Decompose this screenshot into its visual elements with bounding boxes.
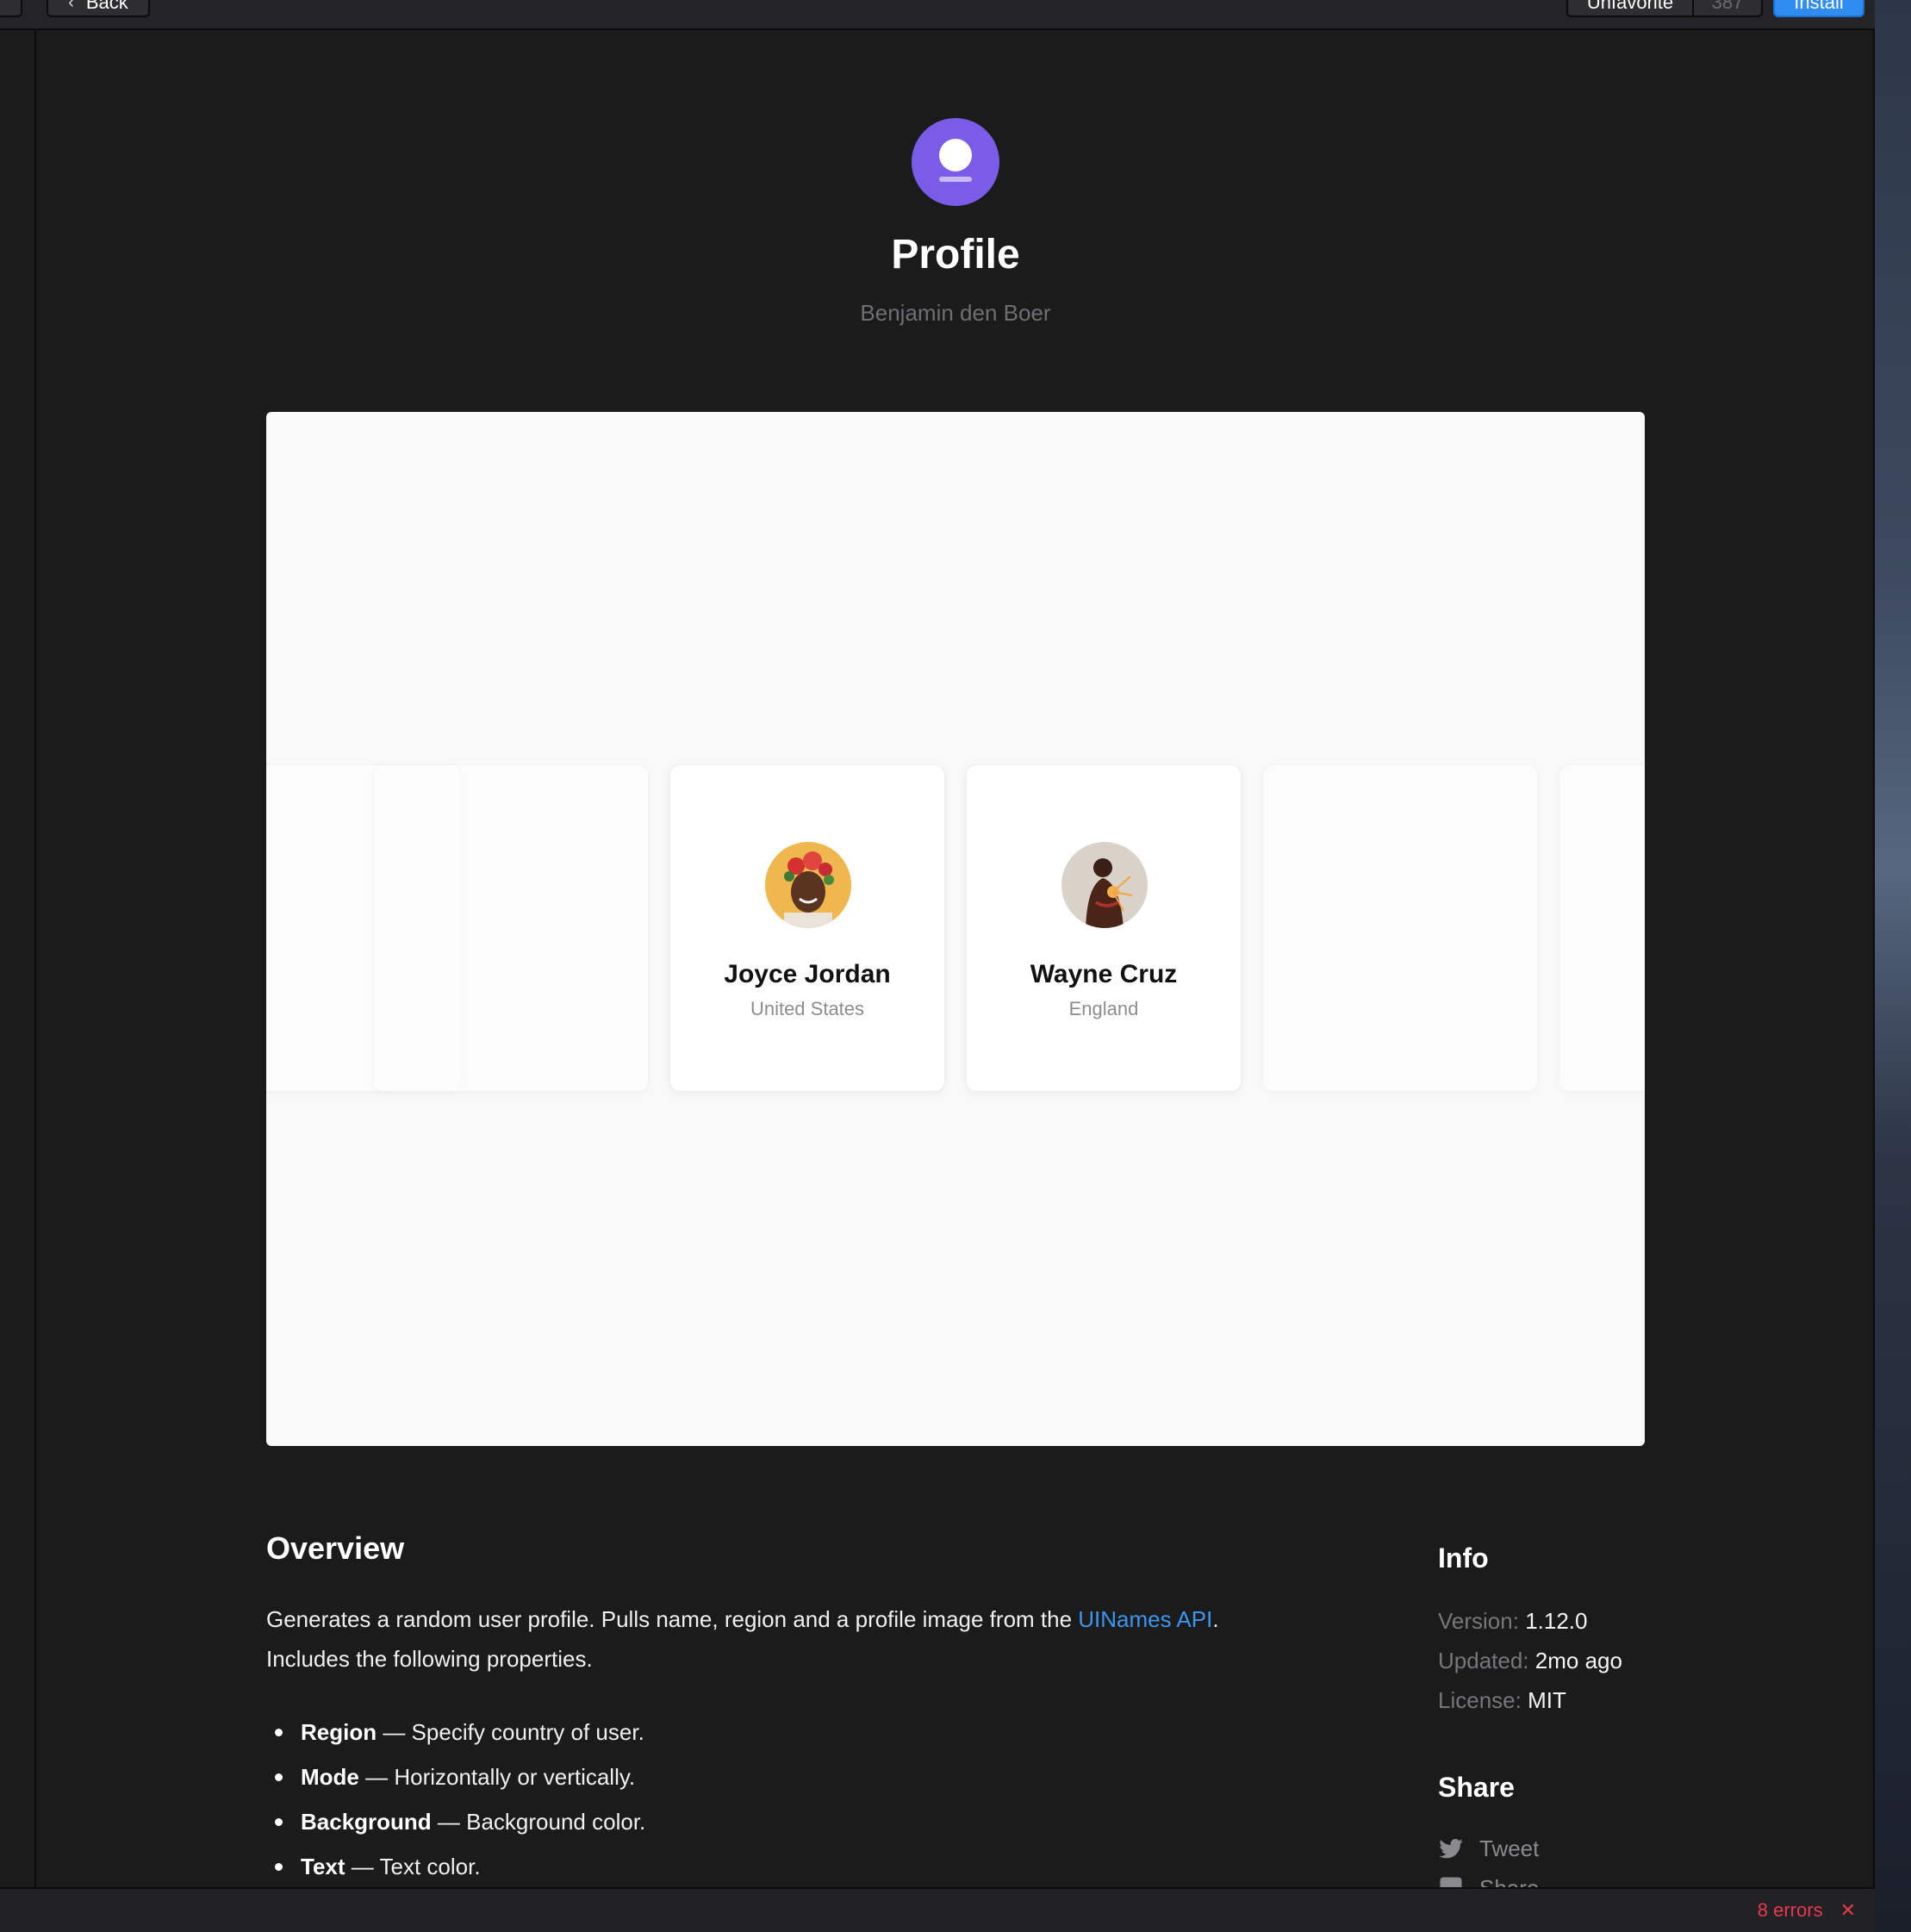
overview-text-line2: Includes the following properties. — [266, 1646, 593, 1672]
twitter-icon — [1439, 1838, 1463, 1858]
profile-card-placeholder — [373, 764, 649, 1092]
profile-region: United States — [750, 998, 865, 1019]
user-icon-bar — [939, 177, 972, 182]
list-item: Text — Text color. — [266, 1844, 1128, 1889]
property-name: Background — [301, 1809, 432, 1835]
errors-indicator[interactable]: 8 errors ✕ — [1758, 1899, 1856, 1922]
profile-card: Wayne Cruz England — [966, 764, 1242, 1092]
back-button[interactable]: ‹ Back — [47, 0, 150, 17]
bullet — [275, 1773, 283, 1781]
install-button[interactable]: Install — [1773, 0, 1864, 17]
desktop-wallpaper — [1875, 0, 1911, 1932]
profile-card: Joyce Jordan United States — [669, 764, 945, 1092]
avatar — [1061, 842, 1148, 928]
license-key: License: — [1438, 1687, 1522, 1713]
tweet-label: Tweet — [1479, 1835, 1540, 1861]
app-window: ‹ Back Unfavorite 387 Install Profile Be… — [0, 0, 1875, 1932]
version-key: Version: — [1438, 1608, 1519, 1634]
property-desc: — Horizontally or vertically. — [358, 1764, 636, 1790]
author-name[interactable]: Benjamin den Boer — [0, 300, 1911, 327]
profile-name: Wayne Cruz — [1030, 960, 1178, 988]
property-name: Mode — [301, 1764, 359, 1790]
property-desc: — Text color. — [345, 1854, 481, 1879]
bullet — [275, 1818, 283, 1826]
toolbar-left-edge-button[interactable] — [0, 0, 22, 17]
share-label: Share — [1479, 1875, 1539, 1887]
bullet — [275, 1729, 283, 1736]
property-desc: — Background color. — [431, 1809, 646, 1835]
updated-key: Updated: — [1438, 1648, 1529, 1673]
info-heading: Info — [1438, 1542, 1489, 1574]
favorite-count: 387 — [1692, 0, 1763, 17]
info-version: Version: 1.12.0 — [1438, 1608, 1587, 1635]
uinames-api-link[interactable]: UINames API — [1078, 1606, 1212, 1632]
property-name: Region — [301, 1719, 377, 1745]
facebook-icon — [1440, 1877, 1462, 1887]
profile-card-placeholder — [1559, 764, 1645, 1092]
overview-heading: Overview — [266, 1530, 405, 1566]
updated-value: 2mo ago — [1534, 1648, 1622, 1673]
info-license: License: MIT — [1438, 1687, 1566, 1714]
preview-canvas: Joyce Jordan United States Wayne Cruz En… — [266, 412, 1645, 1446]
toolbar: ‹ Back Unfavorite 387 Install — [0, 0, 1875, 30]
unfavorite-button[interactable]: Unfavorite — [1566, 0, 1694, 17]
info-updated: Updated: 2mo ago — [1438, 1648, 1622, 1674]
profile-name: Joyce Jordan — [724, 960, 891, 988]
bullet — [275, 1863, 283, 1871]
profile-card-placeholder — [1262, 764, 1538, 1092]
version-value: 1.12.0 — [1525, 1608, 1588, 1634]
user-icon-head — [939, 139, 972, 171]
avatar — [765, 842, 851, 928]
property-desc: — Specify country of user. — [377, 1719, 644, 1745]
property-list: Region — Specify country of user. Mode —… — [266, 1710, 1128, 1889]
facebook-share-link[interactable]: Share — [1438, 1875, 1539, 1887]
list-item: Mode — Horizontally or vertically. — [266, 1754, 1128, 1799]
overview-text: Generates a random user profile. Pulls n… — [266, 1606, 1079, 1632]
profile-app-icon — [912, 118, 999, 206]
page-title: Profile — [891, 232, 1020, 277]
tweet-link[interactable]: Tweet — [1438, 1835, 1539, 1862]
overview-text-end: . — [1212, 1606, 1219, 1632]
errors-count: 8 errors — [1757, 1899, 1823, 1921]
back-label: Back — [85, 0, 128, 13]
close-icon[interactable]: ✕ — [1840, 1899, 1856, 1922]
license-value: MIT — [1528, 1687, 1566, 1713]
share-heading: Share — [1438, 1772, 1515, 1803]
chevron-left-icon: ‹ — [68, 0, 74, 12]
list-item: Background — Background color. — [266, 1799, 1128, 1844]
overview-description: Generates a random user profile. Pulls n… — [266, 1599, 1300, 1679]
list-item: Region — Specify country of user. — [266, 1710, 1128, 1754]
status-bar: 8 errors ✕ — [0, 1887, 1875, 1932]
property-name: Text — [301, 1854, 345, 1879]
profile-region: England — [1068, 998, 1139, 1019]
